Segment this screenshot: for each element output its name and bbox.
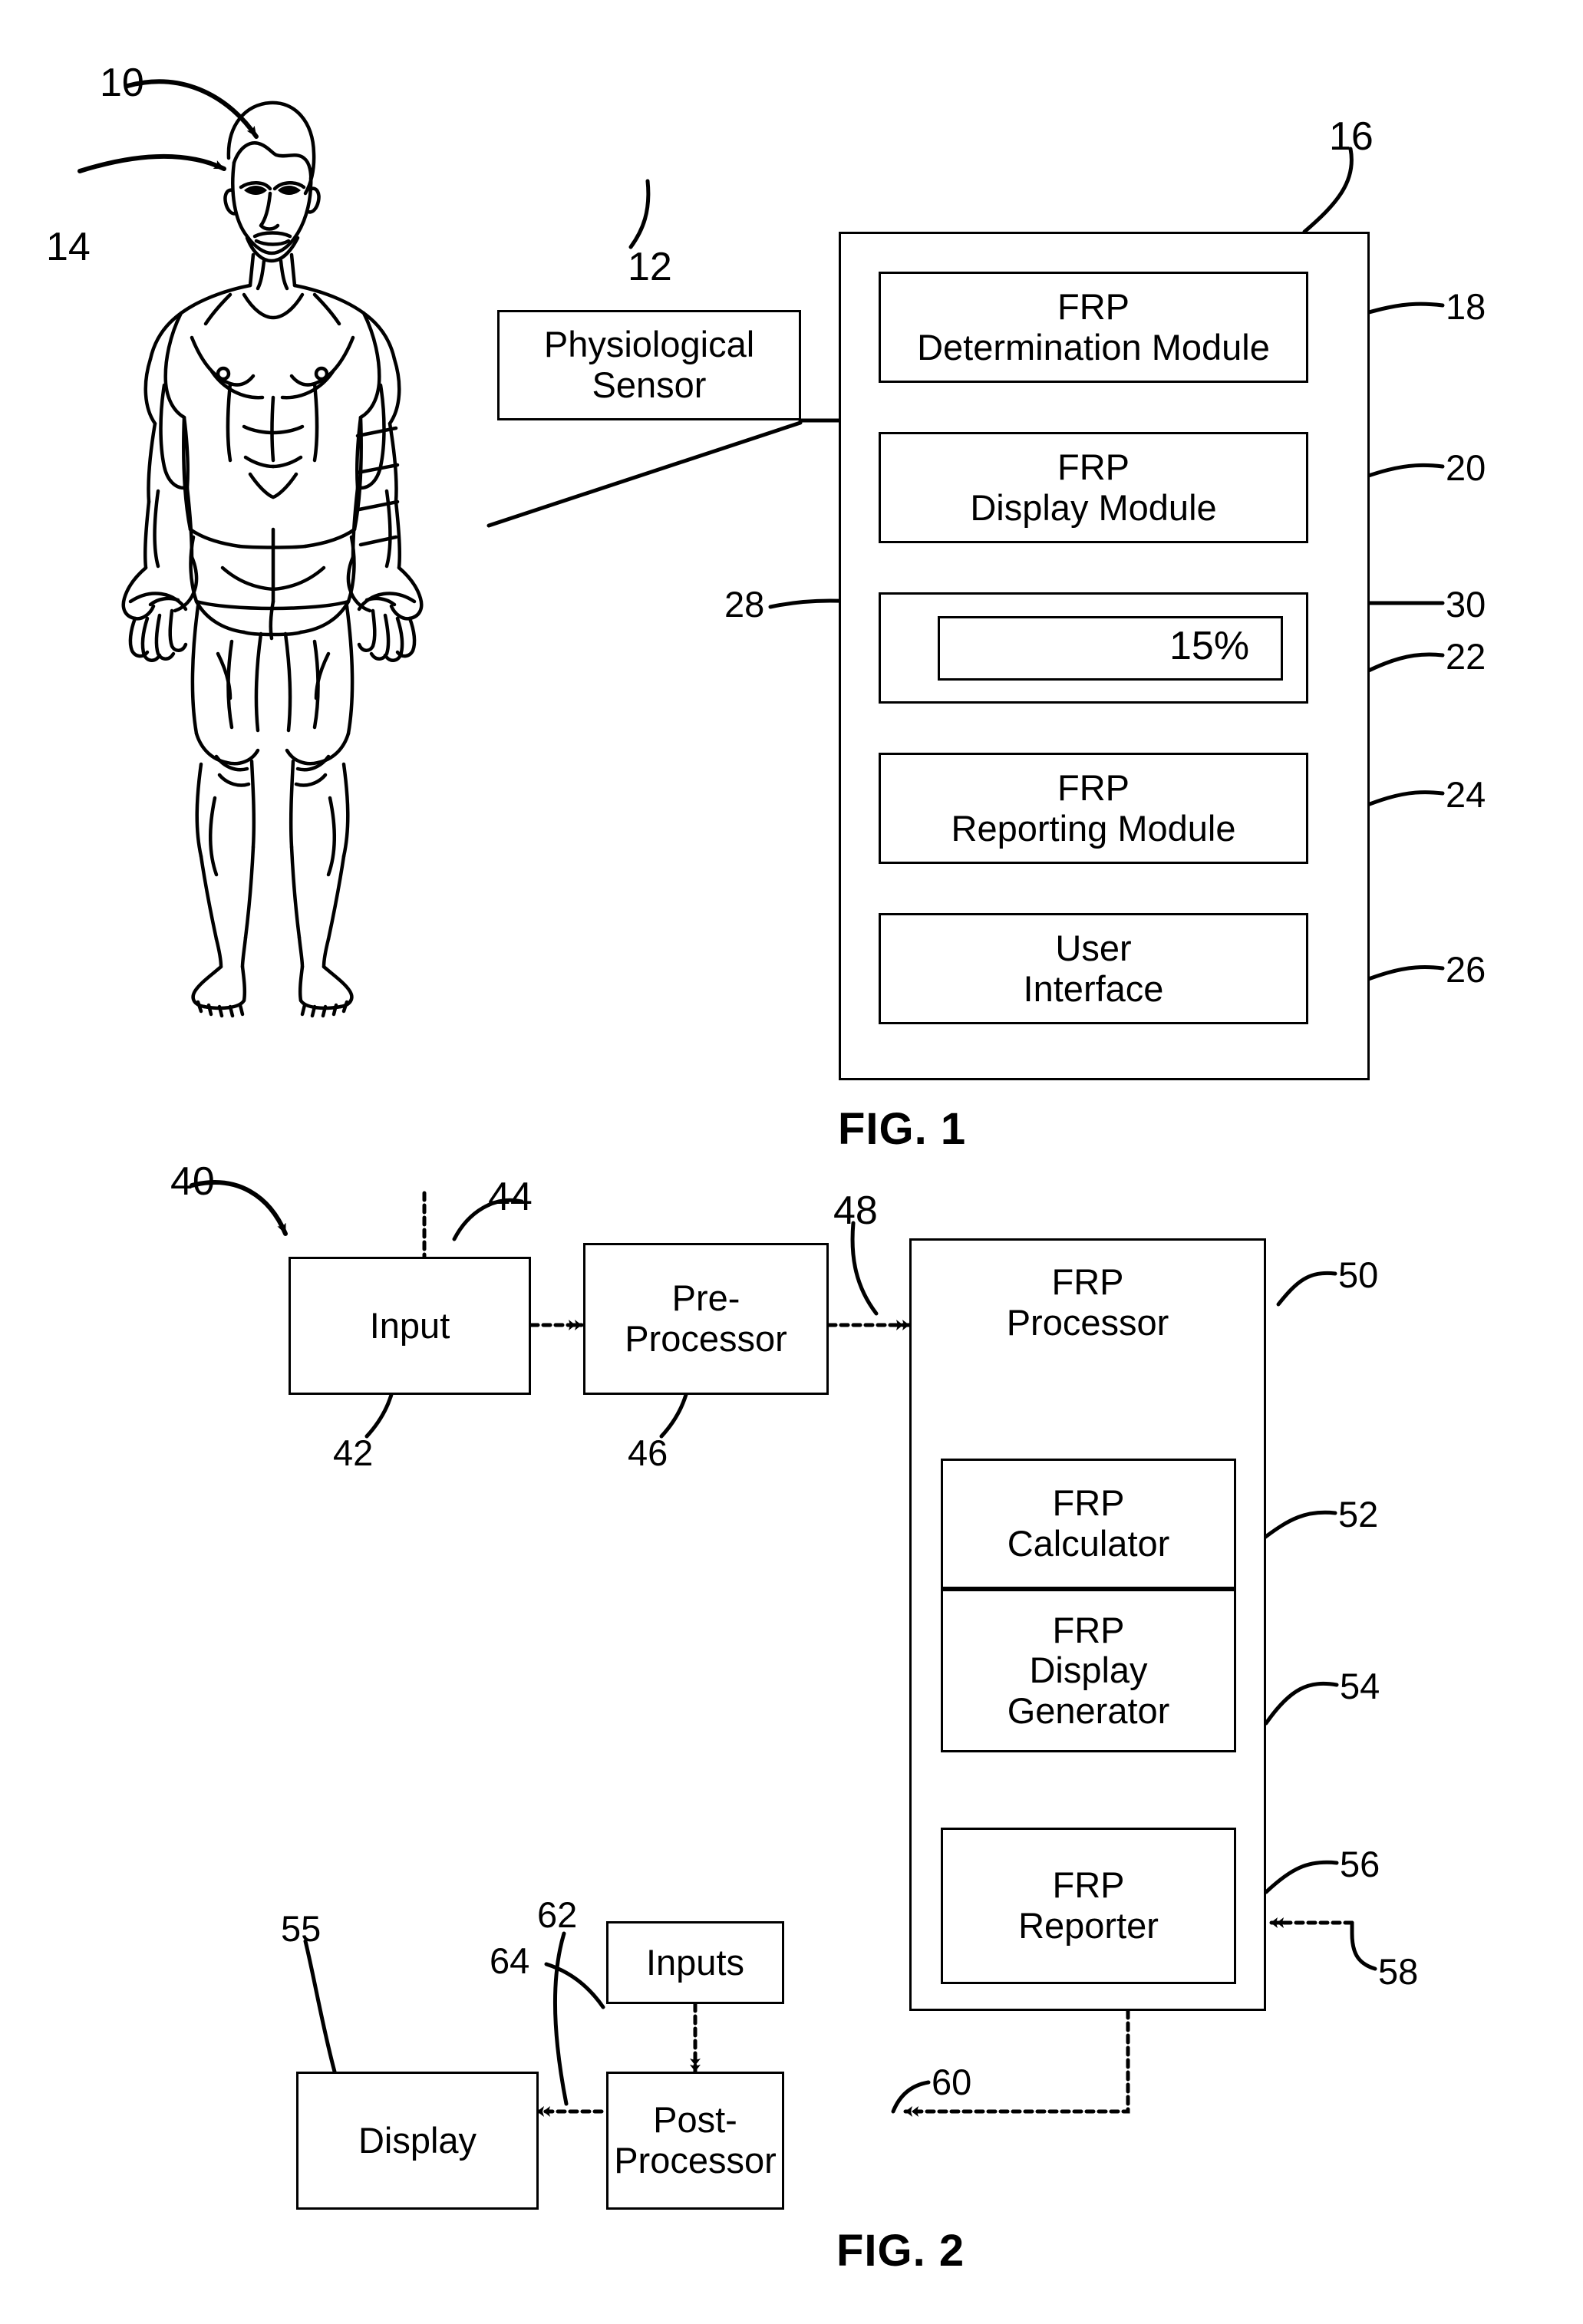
leader-16 bbox=[1302, 147, 1354, 234]
display-block[interactable]: Display bbox=[296, 2072, 539, 2210]
leader-10 bbox=[125, 79, 259, 139]
ref-56: 56 bbox=[1340, 1844, 1380, 1884]
post-processor-block[interactable]: Post- Processor bbox=[606, 2072, 784, 2210]
ref-60: 60 bbox=[932, 2062, 972, 2102]
input-block[interactable]: Input bbox=[289, 1257, 531, 1395]
patent-drawing-sheet: Physiological Sensor FRP Determination M… bbox=[0, 0, 1583, 2324]
ref-40: 40 bbox=[170, 1159, 215, 1204]
ref-26: 26 bbox=[1446, 949, 1486, 990]
ref-64: 64 bbox=[490, 1940, 530, 1981]
leader-50 bbox=[1276, 1271, 1337, 1307]
ref-10: 10 bbox=[100, 61, 144, 105]
leader-12 bbox=[628, 179, 651, 249]
physiological-sensor-box[interactable]: Physiological Sensor bbox=[497, 310, 801, 420]
leader-48 bbox=[850, 1221, 879, 1316]
leader-14 bbox=[78, 153, 226, 173]
ref-55: 55 bbox=[281, 1908, 322, 1949]
ref-46: 46 bbox=[628, 1432, 668, 1473]
frp-determination-module[interactable]: FRP Determination Module bbox=[879, 272, 1308, 383]
frp-display-module[interactable]: FRP Display Module bbox=[879, 432, 1308, 543]
frp-percentage-value: 15% bbox=[1169, 624, 1250, 668]
ref-30: 30 bbox=[1446, 584, 1486, 625]
ref-22: 22 bbox=[1446, 636, 1486, 677]
leader-52 bbox=[1262, 1510, 1337, 1540]
figure-2-caption: FIG. 2 bbox=[836, 2226, 965, 2276]
pre-processor-block[interactable]: Pre- Processor bbox=[583, 1243, 829, 1395]
leader-62 bbox=[552, 1931, 569, 2106]
ref-16: 16 bbox=[1329, 114, 1374, 159]
ref-14: 14 bbox=[46, 225, 91, 269]
ref-48: 48 bbox=[833, 1188, 878, 1233]
ref-12: 12 bbox=[628, 245, 672, 289]
ref-42: 42 bbox=[333, 1432, 374, 1473]
ref-52: 52 bbox=[1338, 1494, 1379, 1534]
ref-58: 58 bbox=[1378, 1951, 1419, 1992]
ref-50: 50 bbox=[1338, 1254, 1379, 1295]
ref-62: 62 bbox=[537, 1894, 578, 1935]
leader-54 bbox=[1264, 1681, 1339, 1726]
frp-reporting-module[interactable]: FRP Reporting Module bbox=[879, 753, 1308, 864]
ref-54: 54 bbox=[1340, 1666, 1380, 1706]
ref-24: 24 bbox=[1446, 774, 1486, 815]
user-interface-module[interactable]: User Interface bbox=[879, 913, 1308, 1024]
figure-1-caption: FIG. 1 bbox=[838, 1104, 967, 1154]
ref-44: 44 bbox=[488, 1175, 533, 1219]
inputs-block[interactable]: Inputs bbox=[606, 1921, 784, 2004]
leader-60 bbox=[891, 2080, 931, 2114]
sensor-to-patient-line bbox=[486, 420, 803, 528]
frp-display-generator-block[interactable]: FRP Display Generator bbox=[941, 1589, 1236, 1752]
ref-18: 18 bbox=[1446, 286, 1486, 327]
frp-calculator-block[interactable]: FRP Calculator bbox=[941, 1459, 1236, 1589]
patient-body-outline bbox=[121, 101, 424, 1018]
leader-56 bbox=[1264, 1860, 1339, 1894]
leader-58 bbox=[1350, 1920, 1377, 1971]
ref-20: 20 bbox=[1446, 447, 1486, 488]
frp-reporter-block[interactable]: FRP Reporter bbox=[941, 1828, 1236, 1984]
ref-28: 28 bbox=[724, 584, 765, 625]
leader-55 bbox=[303, 1939, 337, 2074]
